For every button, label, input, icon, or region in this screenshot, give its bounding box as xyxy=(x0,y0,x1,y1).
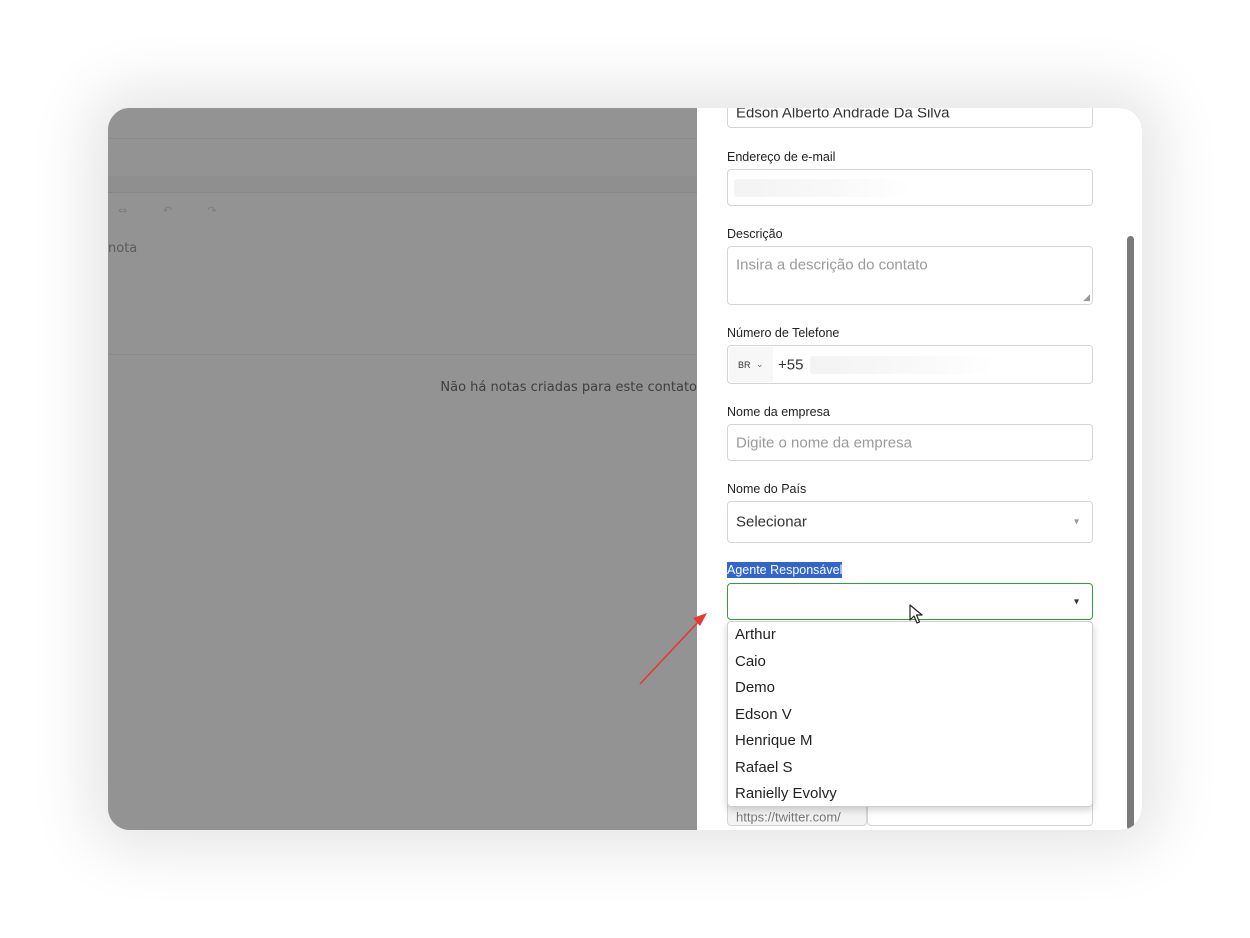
description-label: Descrição xyxy=(727,227,783,241)
agent-dropdown-list: Arthur Caio Demo Edson V Henrique M Rafa… xyxy=(727,621,1093,807)
agent-option[interactable]: Arthur xyxy=(735,626,776,643)
agent-label-text: Agente Responsável xyxy=(727,562,843,578)
phone-prefix: +55 xyxy=(778,356,804,373)
resize-handle-icon[interactable]: ◢ xyxy=(1083,292,1090,303)
mouse-pointer-icon xyxy=(909,604,923,624)
divider xyxy=(108,354,697,355)
chevron-down-icon: ▾ xyxy=(1073,516,1079,528)
background-overlay[interactable]: ⇔ ↶ ↷ nota Não há notas criadas para est… xyxy=(108,108,697,830)
agent-option[interactable]: Caio xyxy=(735,653,766,670)
country-select[interactable]: Selecionar ▾ xyxy=(727,501,1093,543)
agent-label: Agente Responsável xyxy=(727,562,843,578)
note-title-fragment: nota xyxy=(108,241,138,256)
phone-field[interactable]: BR ⌄ +55 xyxy=(727,345,1093,384)
empty-notes-message: Não há notas criadas para este contato xyxy=(440,380,697,395)
agent-option[interactable]: Edson V xyxy=(735,706,792,723)
agent-option[interactable]: Rafael S xyxy=(735,759,793,776)
agent-option[interactable]: Henrique M xyxy=(735,732,813,749)
redacted-value xyxy=(734,179,914,197)
chevron-down-icon: ▾ xyxy=(1073,596,1079,607)
country-label: Nome do País xyxy=(727,482,807,496)
email-label: Endereço de e-mail xyxy=(727,150,836,164)
phone-label: Número de Telefone xyxy=(727,326,840,340)
company-label: Nome da empresa xyxy=(727,405,830,419)
country-value: Selecionar xyxy=(736,513,807,531)
name-field[interactable]: Edson Alberto Andrade Da Silva xyxy=(727,108,1093,128)
description-placeholder: Insira a descrição do contato xyxy=(736,256,928,274)
redacted-value xyxy=(810,356,995,374)
company-placeholder: Digite o nome da empresa xyxy=(736,434,912,451)
editor-toolbar-icons: ⇔ ↶ ↷ xyxy=(118,204,233,217)
chevron-down-icon: ⌄ xyxy=(756,358,764,369)
divider xyxy=(108,138,697,139)
name-value: Edson Alberto Andrade Da Silva xyxy=(736,108,950,122)
company-field[interactable]: Digite o nome da empresa xyxy=(727,424,1093,461)
toolbar-band xyxy=(108,176,697,193)
country-code-select[interactable]: BR ⌄ xyxy=(729,347,773,382)
description-field[interactable]: Insira a descrição do contato ◢ xyxy=(727,246,1093,305)
email-field[interactable] xyxy=(727,169,1093,206)
twitter-prefix: https://twitter.com/ xyxy=(736,809,841,825)
scrollbar-thumb[interactable] xyxy=(1127,236,1134,830)
country-code: BR xyxy=(738,359,751,370)
agent-option[interactable]: Demo xyxy=(735,679,775,696)
agent-option[interactable]: Ranielly Evolvy xyxy=(735,785,837,802)
